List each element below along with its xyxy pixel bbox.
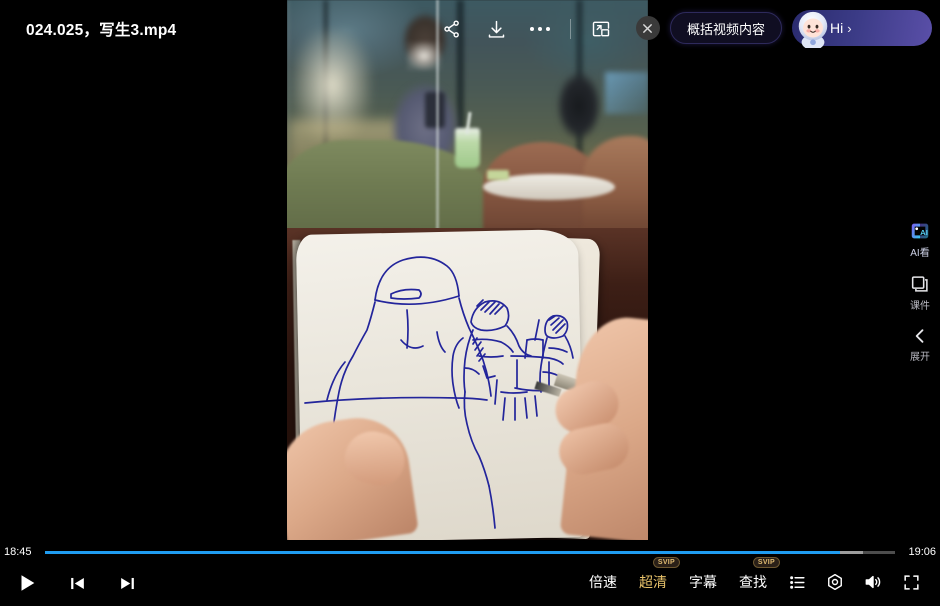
chevron-left-icon <box>915 329 924 343</box>
right-sidebar: AI AI看 课件 展开 <box>900 220 940 363</box>
svip-badge: SVIP <box>652 557 680 568</box>
settings-icon[interactable] <box>818 567 852 597</box>
svip-badge: SVIP <box>752 557 780 568</box>
playback-speed-label: 倍速 <box>589 574 617 590</box>
page-title: 024.025，写生3.mp4 <box>26 22 177 39</box>
sidebar-item-ai-view[interactable]: AI AI看 <box>900 220 940 259</box>
current-time: 18:45 <box>4 546 32 558</box>
close-icon[interactable] <box>635 16 660 40</box>
avatar <box>798 11 828 48</box>
total-time: 19:06 <box>908 546 936 558</box>
playback-speed-button[interactable]: 倍速 <box>580 566 626 598</box>
title-bar: 024.025，写生3.mp4 概括视频内容 Hi › <box>0 0 940 56</box>
transport-controls <box>10 566 144 600</box>
summarize-video-label: 概括视频内容 <box>686 21 765 37</box>
sidebar-label-expand: 展开 <box>910 352 930 363</box>
top-right-actions: 概括视频内容 Hi › <box>635 10 932 48</box>
video-frame-image <box>287 0 648 540</box>
chevron-right-icon: › <box>847 20 852 36</box>
video-tools-group <box>430 14 667 44</box>
download-icon[interactable] <box>474 14 518 44</box>
toolbar-divider <box>570 19 571 39</box>
ai-assistant-button[interactable]: Hi › <box>792 10 932 48</box>
search-label: 查找 <box>739 574 767 590</box>
more-icon[interactable] <box>518 14 562 44</box>
next-button[interactable] <box>110 566 144 600</box>
previous-button[interactable] <box>60 566 94 600</box>
fullscreen-icon[interactable] <box>894 567 928 597</box>
summarize-video-button[interactable]: 概括视频内容 <box>669 12 782 44</box>
player-options: 倍速 SVIP 超清 字幕 SVIP 查找 <box>580 557 928 598</box>
play-button[interactable] <box>10 566 44 600</box>
playlist-icon[interactable] <box>780 567 814 597</box>
sidebar-label-ai-view: AI看 <box>910 248 930 259</box>
subtitles-label: 字幕 <box>689 574 717 590</box>
ai-view-icon: AI <box>911 223 929 239</box>
courseware-icon <box>911 276 928 292</box>
search-button[interactable]: SVIP 查找 <box>730 557 780 598</box>
quality-label: 超清 <box>639 574 667 590</box>
played-range <box>45 551 840 554</box>
player-control-bar: 18:45 19:06 倍速 SVIP 超清 字幕 SVIP 查找 <box>0 540 940 606</box>
subtitles-button[interactable]: 字幕 <box>680 566 726 598</box>
progress-row: 18:45 19:06 <box>0 544 940 562</box>
quality-button[interactable]: SVIP 超清 <box>630 557 680 598</box>
sidebar-item-courseware[interactable]: 课件 <box>900 273 940 312</box>
svg-text:AI: AI <box>920 228 928 237</box>
share-icon[interactable] <box>430 14 474 44</box>
sidebar-label-courseware: 课件 <box>910 301 930 312</box>
video-player-app: 024.025，写生3.mp4 概括视频内容 Hi › AI AI看 课件 展开… <box>0 0 940 606</box>
sidebar-item-expand[interactable]: 展开 <box>900 326 940 363</box>
volume-icon[interactable] <box>856 567 890 597</box>
video-surface[interactable] <box>287 0 648 540</box>
picture-in-picture-icon[interactable] <box>579 14 623 44</box>
seek-bar[interactable] <box>45 551 895 554</box>
